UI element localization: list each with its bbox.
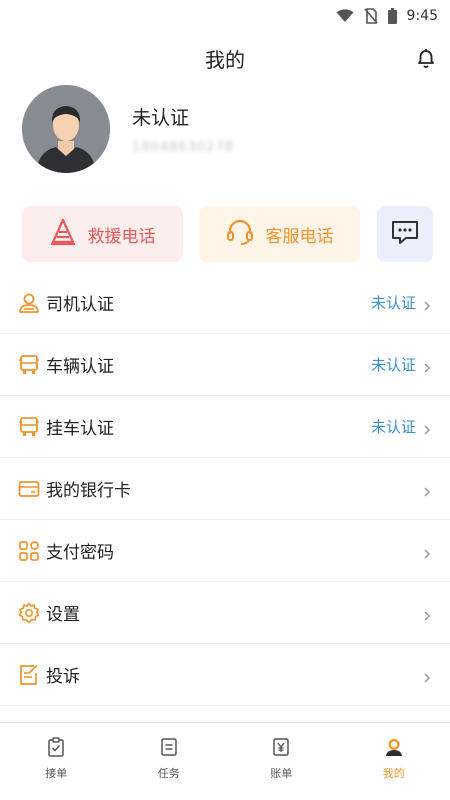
status-bar: 9:45 [0, 0, 450, 32]
status-time: 9:45 [406, 8, 438, 24]
menu-item-label: 我的银行卡 [46, 481, 131, 501]
chevron-right-icon [422, 421, 432, 435]
edit-icon [18, 664, 40, 686]
quick-actions: 救援电话 客服电话 [22, 206, 434, 262]
auth-status: 未认证 [370, 356, 416, 374]
nav-item-tasks[interactable]: 任务 [113, 723, 226, 800]
message-button[interactable] [377, 206, 433, 262]
menu-item-label: 投诉 [46, 667, 80, 687]
auth-status: 未认证 [370, 418, 416, 436]
avatar[interactable] [22, 85, 110, 173]
settings-menu: 司机认证 未认证 车辆认证 未认证 挂车认证 未认证 我的银行卡 支付密码 设置… [0, 272, 450, 706]
nav-item-orders[interactable]: 接单 [0, 723, 113, 800]
menu-item-label: 设置 [46, 605, 80, 625]
menu-item-bank-card[interactable]: 我的银行卡 [0, 458, 450, 520]
page-title: 我的 [205, 47, 245, 72]
yen-icon [271, 737, 291, 757]
menu-item-driver-auth[interactable]: 司机认证 未认证 [0, 272, 450, 334]
menu-item-trailer-auth[interactable]: 挂车认证 未认证 [0, 396, 450, 458]
chevron-right-icon [422, 545, 432, 559]
auth-status: 未认证 [370, 294, 416, 312]
menu-item-complaint[interactable]: 投诉 [0, 644, 450, 706]
menu-item-label: 挂车认证 [46, 419, 114, 439]
battery-icon [387, 8, 397, 24]
nav-label: 账单 [270, 767, 293, 780]
grid-icon [18, 540, 40, 562]
profile-info: 未认证 18048630278 [132, 103, 234, 155]
list-icon [159, 737, 179, 757]
nav-item-bills[interactable]: 账单 [225, 723, 338, 800]
profile-card[interactable]: 未认证 18048630278 [22, 84, 432, 174]
chevron-right-icon [422, 297, 432, 311]
warning-cone-icon [50, 218, 76, 251]
no-sim-icon [363, 8, 378, 24]
customer-service-label: 客服电话 [265, 226, 334, 247]
rescue-call-label: 救援电话 [87, 226, 156, 247]
nav-label: 接单 [45, 767, 68, 780]
nav-item-mine[interactable]: 我的 [338, 723, 450, 800]
menu-item-label: 司机认证 [46, 295, 114, 315]
profile-phone: 18048630278 [132, 140, 234, 155]
chevron-right-icon [422, 669, 432, 683]
profile-name: 未认证 [132, 107, 190, 129]
bank-card-icon [18, 478, 40, 500]
customer-service-button[interactable]: 客服电话 [199, 206, 360, 262]
bell-icon[interactable] [414, 46, 438, 70]
headset-icon [226, 219, 254, 250]
menu-item-pay-password[interactable]: 支付密码 [0, 520, 450, 582]
bottom-nav: 接单 任务 账单 我的 [0, 722, 450, 800]
driver-icon [18, 292, 40, 314]
header: 我的 [0, 36, 450, 80]
rescue-call-button[interactable]: 救援电话 [22, 206, 183, 262]
chevron-right-icon [422, 359, 432, 373]
nav-label: 我的 [382, 767, 405, 780]
nav-label: 任务 [157, 767, 180, 780]
wifi-icon [336, 9, 354, 23]
chevron-right-icon [422, 607, 432, 621]
chevron-right-icon [422, 483, 432, 497]
gear-icon [18, 602, 40, 624]
menu-item-label: 车辆认证 [46, 357, 114, 377]
menu-item-settings[interactable]: 设置 [0, 582, 450, 644]
truck-icon [18, 354, 40, 376]
profile-screen: 9:45 我的 未认证 18048630278 救援电话 客服电话 司机认证 未… [0, 0, 450, 800]
trailer-icon [18, 416, 40, 438]
menu-item-label: 支付密码 [46, 543, 114, 563]
user-icon [384, 737, 404, 757]
menu-item-vehicle-auth[interactable]: 车辆认证 未认证 [0, 334, 450, 396]
clipboard-check-icon [46, 737, 66, 757]
message-icon [390, 219, 420, 250]
